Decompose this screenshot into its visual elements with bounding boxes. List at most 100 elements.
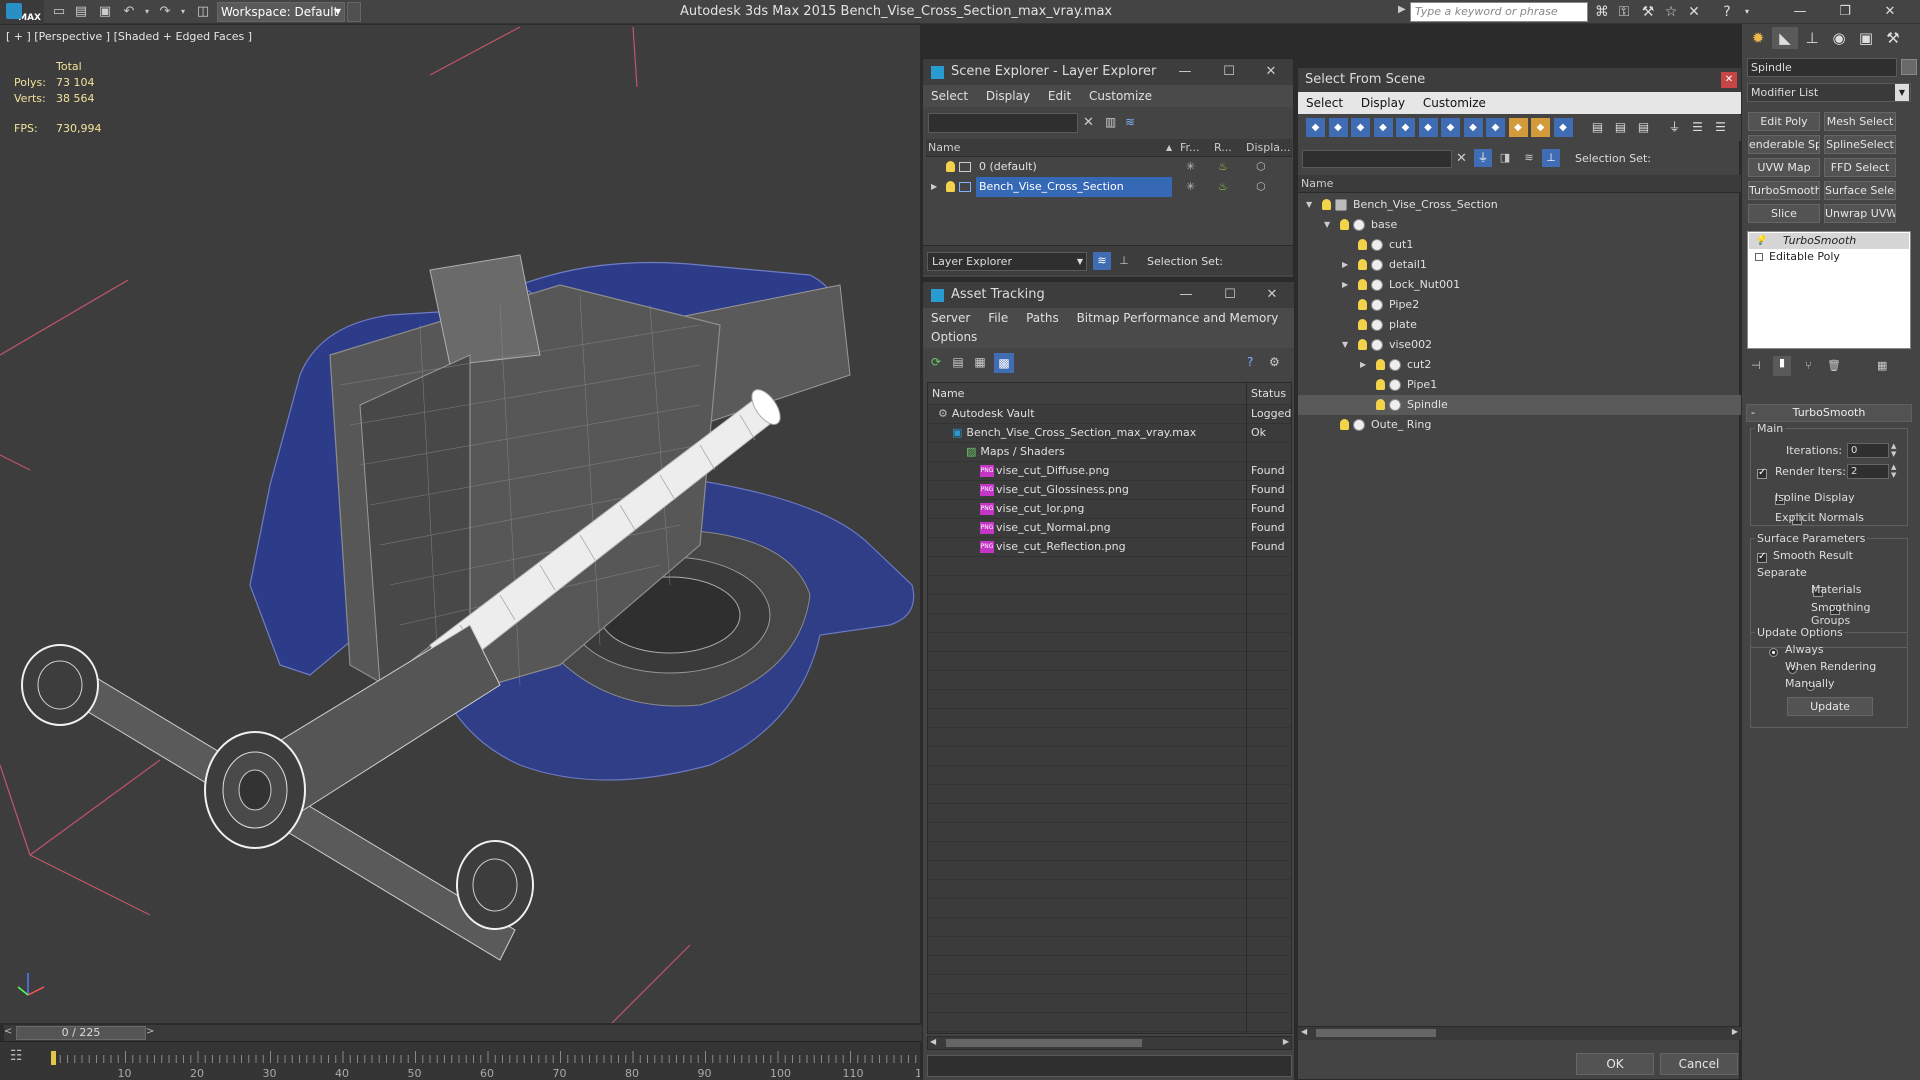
binoculars-icon[interactable]: ⌘ [1592,2,1612,22]
table-row[interactable]: ▣ Bench_Vise_Cross_Section_max_vray.max Ok [928,424,1291,443]
scene-tree-row[interactable]: ▶ detail1 [1298,255,1741,275]
table-view-icon[interactable]: ▩ [994,353,1014,373]
make-unique-icon[interactable]: ⑂ [1805,359,1812,372]
scene-tree-row[interactable]: ▶ cut2 [1298,355,1741,375]
help-icon[interactable]: ? [1247,355,1253,369]
display-lights-icon[interactable]: ◆ [1351,118,1370,137]
modifier-button[interactable]: UVW Map [1748,158,1820,177]
light-bulb-icon[interactable] [1358,259,1367,270]
display-frozen-icon[interactable]: ◆ [1531,118,1550,137]
search-input[interactable]: Type a keyword or phrase [1410,2,1588,22]
display-shapes-icon[interactable]: ◆ [1328,118,1348,137]
scene-horizontal-scrollbar[interactable]: ◀ ▶ [1298,1026,1741,1040]
display-containers-icon[interactable]: ◆ [1508,118,1528,137]
col-freeze[interactable]: Fr... [1180,139,1200,156]
col-render[interactable]: R... [1214,139,1232,156]
layer-row-bench-vise[interactable]: ▶ Bench_Vise_Cross_Section ✳ ♨ ⬡ [926,177,1292,197]
subscription-icon[interactable]: ⚒ [1638,2,1658,22]
menu-customize[interactable]: Customize [1423,96,1486,110]
detail-view-icon[interactable]: ▦ [972,355,988,371]
freeze-icon[interactable]: ✳ [1186,157,1195,177]
list-view-icon[interactable]: ▤ [950,355,966,371]
help-dropdown-icon[interactable]: ▾ [1737,2,1757,22]
scene-tree-row[interactable]: cut1 [1298,235,1741,255]
col-name[interactable]: Name [928,383,1247,405]
perspective-viewport[interactable]: [ + ] [Perspective ] [Shaded + Edged Fac… [0,25,920,1023]
menu-paths[interactable]: Paths [1026,311,1059,325]
table-row[interactable]: PNG vise_cut_Glossiness.png Found [928,481,1291,500]
close-icon[interactable]: ✕ [1870,0,1910,24]
restore-icon[interactable]: ❐ [1825,0,1865,24]
show-end-result-icon[interactable]: ▮ [1773,356,1791,376]
render-iters-spinner[interactable]: 2 [1847,464,1889,479]
layer-mode-icon[interactable]: ≋ [1093,252,1111,270]
table-row[interactable]: ▨ Maps / Shaders [928,443,1291,462]
display-box-icon[interactable]: ⬡ [1256,157,1266,177]
table-row[interactable]: PNG vise_cut_Ior.png Found [928,500,1291,519]
scroll-right-icon[interactable]: ▶ [1732,1027,1738,1036]
always-radio[interactable] [1769,647,1778,657]
col-name[interactable]: Name [928,139,960,156]
menu-options[interactable]: Options [931,330,977,344]
render-teapot-icon[interactable]: ♨ [1218,157,1228,177]
smooth-result-checkbox[interactable] [1757,551,1767,563]
settings-icon[interactable]: ⚙ [1269,355,1280,369]
scrollbar-thumb[interactable] [946,1039,1142,1047]
scene-tree-row[interactable]: ▼ Bench_Vise_Cross_Section [1298,195,1741,215]
scene-tree-row[interactable]: ▶ Lock_Nut001 [1298,275,1741,295]
time-slider-handle[interactable]: 0 / 225 [16,1026,146,1040]
workspace-menu-button[interactable] [347,2,361,22]
asset-path-field[interactable] [927,1055,1292,1077]
project-folder-icon[interactable]: ◫ [194,3,212,21]
hierarchy-icon[interactable]: ⊥ [1542,149,1560,167]
modifier-button[interactable]: SplineSelect [1824,135,1896,154]
time-next-arrow[interactable]: > [146,1026,154,1037]
light-bulb-icon[interactable] [1358,239,1367,250]
close-icon[interactable]: ✕ [1251,59,1291,85]
light-bulb-icon[interactable] [1340,219,1349,230]
scene-tree-row[interactable]: ▼ vise002 [1298,335,1741,355]
display-hidden-icon[interactable]: ◆ [1553,118,1573,137]
menu-select[interactable]: Select [1306,96,1343,110]
workspace-dropdown[interactable]: Workspace: Default ▼ [217,2,345,22]
utilities-tab-icon[interactable]: ⚒ [1880,27,1906,49]
hierarchy-mode-icon[interactable]: ⊥ [1115,252,1133,270]
display-tab-icon[interactable]: ▣ [1853,27,1879,49]
light-bulb-icon[interactable] [946,161,955,172]
menu-file[interactable]: File [988,311,1008,325]
scene-tree-row[interactable]: ▼ base [1298,215,1741,235]
table-row[interactable]: PNG vise_cut_Normal.png Found [928,519,1291,538]
close-icon[interactable]: ✕ [1721,72,1737,88]
menu-edit[interactable]: Edit [1048,89,1071,103]
modifier-button[interactable]: Unwrap UVW [1824,204,1896,223]
display-xrefs-icon[interactable]: ◆ [1463,118,1483,137]
modifier-list-dropdown[interactable]: Modifier List ▼ [1747,83,1911,102]
display-box-icon[interactable]: ⬡ [1256,177,1266,197]
explorer-type-dropdown[interactable]: Layer Explorer ▼ [927,252,1087,271]
display-bones-icon[interactable]: ◆ [1486,118,1505,137]
layer-icon[interactable]: ≋ [1520,149,1538,167]
minimize-icon[interactable]: — [1780,0,1820,24]
modifier-stack[interactable]: 💡 TurboSmooth Editable Poly [1747,231,1911,349]
render-iters-checkbox[interactable] [1757,467,1767,479]
display-groups-icon[interactable]: ◆ [1441,118,1460,137]
connect-icon[interactable]: ✕ [1684,2,1704,22]
table-row[interactable]: ⚙ Autodesk Vault Logged [928,405,1291,424]
menu-customize[interactable]: Customize [1089,89,1152,103]
display-helpers-icon[interactable]: ◆ [1396,118,1415,137]
layer-explorer-titlebar[interactable]: Scene Explorer - Layer Explorer — ☐ ✕ [923,59,1293,85]
modifier-button[interactable]: Mesh Select [1824,112,1896,131]
expand-arrow-icon[interactable]: ▶ [1342,275,1348,295]
highlight-icon[interactable]: ◨ [1496,149,1514,167]
collapse-arrow-icon[interactable]: ▼ [1342,335,1348,355]
configure-sets-icon[interactable]: ▦ [1877,359,1887,372]
scroll-left-icon[interactable]: ◀ [1301,1027,1307,1036]
scene-tree-row[interactable]: Oute_ Ring [1298,415,1741,435]
modify-tab-icon[interactable]: ◣ [1772,27,1798,49]
stack-item-turbosmooth[interactable]: 💡 TurboSmooth [1749,233,1909,249]
pin-stack-icon[interactable]: ⊣ [1751,359,1761,372]
spinner-arrows-icon[interactable]: ▲ ▼ [1891,463,1896,479]
layer-search-input[interactable] [928,113,1078,133]
col-status[interactable]: Status [1251,383,1286,405]
maximize-icon[interactable]: ☐ [1210,282,1250,308]
